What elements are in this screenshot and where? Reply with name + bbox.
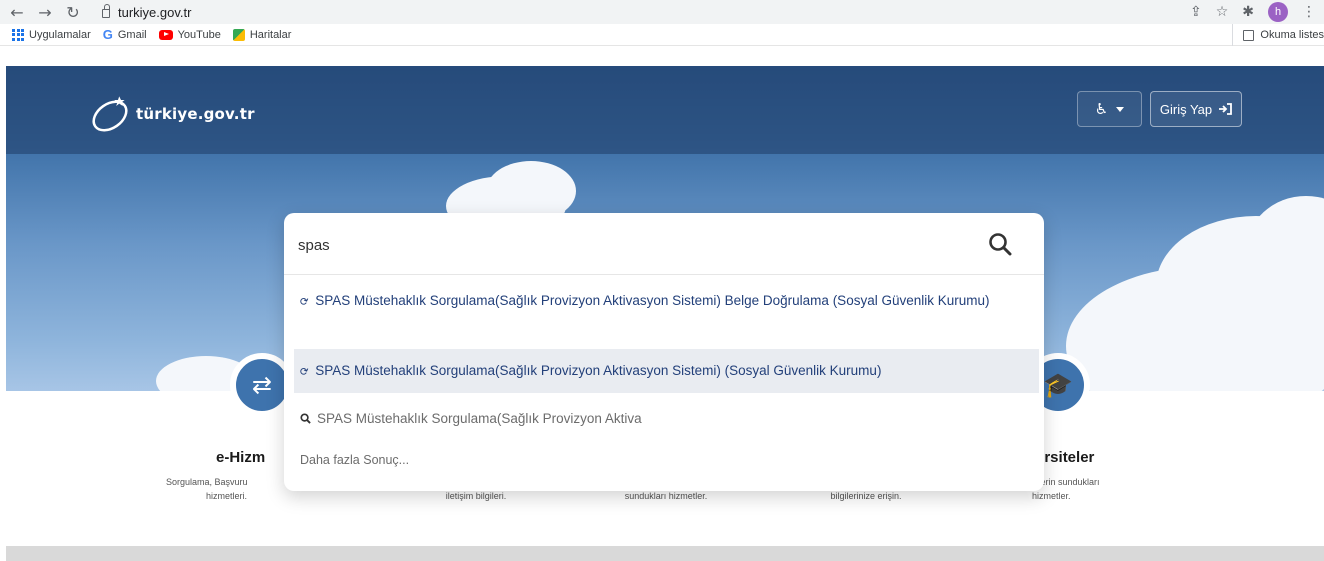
- footer-strip: [6, 546, 1324, 561]
- card-desc-line: hizmetleri.: [206, 491, 248, 501]
- card-title[interactable]: e-Hizm: [216, 449, 265, 466]
- bookmark-apps[interactable]: Uygulamalar: [12, 28, 91, 41]
- card-description: sundukları hizmetler.: [624, 491, 708, 501]
- logo-text: türkiye.gov.tr: [136, 105, 255, 123]
- reading-list-label: Okuma listes: [1260, 29, 1324, 41]
- search-row: [284, 213, 1044, 275]
- card-description: Sorgulama, Başvuru hizmetleri.: [166, 475, 296, 503]
- search-icon[interactable]: [987, 231, 1013, 257]
- more-results-link[interactable]: Daha fazla Sonuç...: [294, 450, 1039, 471]
- reading-list-icon: [1243, 29, 1255, 41]
- card-title[interactable]: ersiteler: [1036, 449, 1094, 466]
- url-text[interactable]: turkiye.gov.tr: [118, 5, 191, 20]
- suggestion-text: SPAS Müstehaklık Sorgulama(Sağlık Proviz…: [315, 363, 882, 378]
- card-description: iletişim bilgileri.: [445, 491, 507, 501]
- refresh-icon: ⟳: [298, 293, 312, 310]
- bookmark-label: Haritalar: [249, 28, 292, 41]
- login-label: Giriş Yap: [1159, 101, 1213, 117]
- back-arrow-icon[interactable]: ←: [6, 1, 28, 23]
- google-icon: G: [102, 27, 113, 42]
- maps-icon: [232, 28, 245, 41]
- extensions-icon[interactable]: ✱: [1242, 4, 1254, 20]
- bookmark-youtube[interactable]: YouTube: [158, 28, 221, 41]
- suggestion-item[interactable]: SPAS Müstehaklık Sorgulama(Sağlık Proviz…: [294, 408, 1039, 429]
- search-icon: [300, 413, 311, 424]
- chevron-down-icon: [1116, 106, 1125, 112]
- menu-icon[interactable]: ⋮: [1302, 4, 1316, 20]
- accessibility-button[interactable]: ♿: [1077, 91, 1142, 127]
- forward-arrow-icon[interactable]: →: [34, 1, 56, 23]
- reload-icon[interactable]: ↻: [62, 1, 84, 23]
- bookmarks-bar: Uygulamalar G Gmail YouTube Haritalar Ok…: [0, 24, 1324, 46]
- suggestion-item[interactable]: ⟳ SPAS Müstehaklık Sorgulama(Sağlık Provi…: [294, 290, 1039, 312]
- page: türkiye.gov.tr ♿ Giriş Yap e-Hizm Sorgul…: [6, 66, 1324, 561]
- reading-list[interactable]: Okuma listes: [1232, 24, 1324, 46]
- bookmark-label: Uygulamalar: [29, 28, 91, 41]
- site-logo[interactable]: türkiye.gov.tr: [88, 94, 255, 134]
- suggestion-text: SPAS Müstehaklık Sorgulama(Sağlık Proviz…: [317, 411, 642, 426]
- profile-avatar[interactable]: h: [1268, 2, 1288, 22]
- bookmark-maps[interactable]: Haritalar: [232, 28, 292, 41]
- cloud: [486, 161, 576, 221]
- sign-in-icon: [1219, 103, 1233, 115]
- suggestion-text: SPAS Müstehaklık Sorgulama(Sağlık Proviz…: [315, 293, 990, 308]
- refresh-icon: ⟳: [298, 363, 312, 380]
- apps-grid-icon: [12, 28, 24, 41]
- bookmark-label: Gmail: [117, 28, 147, 41]
- youtube-icon: [158, 29, 173, 40]
- wheelchair-icon: ♿: [1094, 100, 1109, 118]
- card-description: bilgilerinize erişin.: [830, 491, 902, 501]
- share-icon[interactable]: ⇪: [1190, 4, 1202, 20]
- lock-icon: [102, 4, 110, 18]
- search-input[interactable]: [298, 233, 978, 257]
- login-button[interactable]: Giriş Yap: [1150, 91, 1242, 127]
- card-desc-line: hizmetler.: [1032, 491, 1071, 501]
- star-icon[interactable]: ☆: [1216, 4, 1229, 20]
- suggestion-item-highlighted[interactable]: ⟳ SPAS Müstehaklık Sorgulama(Sağlık Provi…: [294, 349, 1039, 393]
- browser-toolbar: ← → ↻ turkiye.gov.tr ⇪ ☆ ✱ h ⋮: [0, 0, 1324, 24]
- logo-swoosh-icon: [92, 96, 128, 132]
- bookmark-label: YouTube: [177, 28, 221, 41]
- card-desc-line: Sorgulama, Başvuru: [166, 477, 248, 487]
- search-panel: ⟳SPAS Müstehaklık Sorgulama(Sağlık Provi…: [284, 213, 1044, 491]
- address-bar[interactable]: turkiye.gov.tr: [102, 1, 191, 23]
- bookmark-gmail[interactable]: G Gmail: [103, 27, 147, 42]
